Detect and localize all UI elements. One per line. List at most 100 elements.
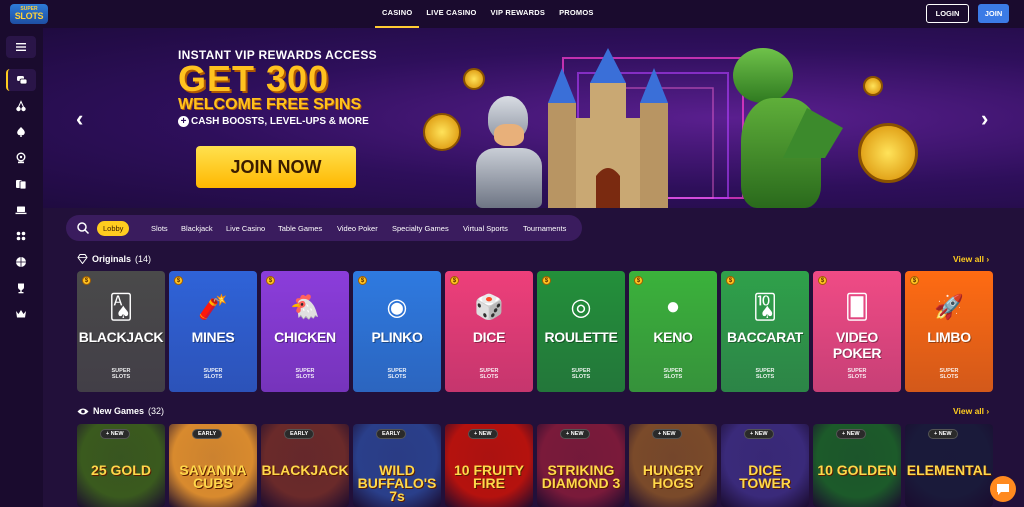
chat-bubbles-icon[interactable] xyxy=(6,69,36,91)
brand-bottom: SLOTS xyxy=(295,374,315,380)
login-button[interactable]: LOGIN xyxy=(926,4,969,23)
hero-next-arrow[interactable]: › xyxy=(981,106,988,132)
game-card[interactable]: $ 🎲 DICE SUPER SLOTS xyxy=(445,271,533,392)
game-card[interactable]: $ 🂪 BACCARAT SUPER SLOTS xyxy=(721,271,809,392)
nav-vip-rewards[interactable]: VIP REWARDS xyxy=(484,0,553,28)
cherry-icon[interactable] xyxy=(6,95,36,117)
basketball-icon[interactable] xyxy=(6,251,36,273)
game-card-brand: SUPER SLOTS xyxy=(77,368,165,380)
super-slots-logo[interactable]: SUPER SLOTS xyxy=(10,4,48,24)
game-badge: + NEW xyxy=(100,429,130,439)
new-game-card[interactable]: EARLY BLACKJACK xyxy=(261,424,349,507)
hero-cash-text: CASH BOOSTS, LEVEL-UPS & MORE xyxy=(191,116,369,127)
new-games-view-all-link[interactable]: View all › xyxy=(953,406,989,416)
game-card[interactable]: $ 🧨 MINES SUPER SLOTS xyxy=(169,271,257,392)
game-art-icon: ◉ xyxy=(386,293,408,321)
plus-icon: + xyxy=(178,116,189,127)
coin-icon: $ xyxy=(82,276,91,285)
game-card-title: LIMBO xyxy=(927,329,971,345)
menu-icon[interactable] xyxy=(6,36,36,58)
dragon-character-icon xyxy=(723,48,843,208)
brand-bottom: SLOTS xyxy=(111,374,131,380)
originals-count: (14) xyxy=(135,254,152,264)
hero-get300: GET 300 xyxy=(178,58,330,99)
game-badge: EARLY xyxy=(192,429,223,439)
game-art-icon: 🐔 xyxy=(290,293,320,321)
game-card[interactable]: $ 🂠 VIDEO POKER SUPER SLOTS xyxy=(813,271,901,392)
gold-coin-icon xyxy=(858,123,918,183)
new-game-card[interactable]: + NEW HUNGRY HOGS xyxy=(629,424,717,507)
brand-bottom: SLOTS xyxy=(387,374,407,380)
nav-promos[interactable]: PROMOS xyxy=(552,0,601,28)
game-card-brand: SUPER SLOTS xyxy=(721,368,809,380)
category-filter-bar: Lobby Slots Blackjack Live Casino Table … xyxy=(66,215,582,241)
nav-casino[interactable]: CASINO xyxy=(375,0,420,28)
crown-icon[interactable] xyxy=(6,303,36,325)
coin-icon: $ xyxy=(726,276,735,285)
new-game-card[interactable]: + NEW DICE TOWER xyxy=(721,424,809,507)
roulette-icon[interactable] xyxy=(6,147,36,169)
search-icon[interactable] xyxy=(76,221,90,235)
nav-live-casino[interactable]: LIVE CASINO xyxy=(419,0,483,28)
game-card[interactable]: $ 🐔 CHICKEN SUPER SLOTS xyxy=(261,271,349,392)
filter-lobby[interactable]: Lobby xyxy=(97,221,130,236)
game-card-brand: SUPER SLOTS xyxy=(169,368,257,380)
game-badge: + NEW xyxy=(744,429,774,439)
game-art-icon: 🂠 xyxy=(844,293,870,321)
game-art-icon: ◎ xyxy=(570,293,592,321)
new-games-heading: New Games (32) xyxy=(77,406,164,416)
brand-bottom: SLOTS xyxy=(203,374,223,380)
dice-icon[interactable] xyxy=(6,225,36,247)
new-game-card[interactable]: + NEW ELEMENTAL xyxy=(905,424,993,507)
game-card-brand: SUPER SLOTS xyxy=(813,368,901,380)
game-card[interactable]: $ ◎ ROULETTE SUPER SLOTS xyxy=(537,271,625,392)
game-card[interactable]: $ ● KENO SUPER SLOTS xyxy=(629,271,717,392)
hero-banner[interactable]: INSTANT VIP REWARDS ACCESS GET 300 WELCO… xyxy=(43,28,1024,208)
diamond-icon xyxy=(77,254,88,264)
coin-icon: $ xyxy=(174,276,183,285)
filter-video-poker[interactable]: Video Poker xyxy=(337,221,378,236)
originals-view-all-link[interactable]: View all › xyxy=(953,254,989,264)
coin-icon: $ xyxy=(358,276,367,285)
game-card[interactable]: $ 🚀 LIMBO SUPER SLOTS xyxy=(905,271,993,392)
knight-character-icon xyxy=(466,96,556,208)
game-badge: EARLY xyxy=(376,429,407,439)
game-card[interactable]: $ ◉ PLINKO SUPER SLOTS xyxy=(353,271,441,392)
trophy-icon[interactable] xyxy=(6,277,36,299)
filter-tournaments[interactable]: Tournaments xyxy=(523,221,566,236)
game-badge: + NEW xyxy=(836,429,866,439)
filter-specialty-games[interactable]: Specialty Games xyxy=(392,221,449,236)
filter-slots[interactable]: Slots xyxy=(151,221,168,236)
hero-promo-text: INSTANT VIP REWARDS ACCESS GET 300 WELCO… xyxy=(178,48,388,127)
hero-prev-arrow[interactable]: ‹ xyxy=(76,106,83,132)
new-game-card[interactable]: + NEW 25 GOLD xyxy=(77,424,165,507)
game-card-brand: SUPER SLOTS xyxy=(261,368,349,380)
game-card-title: KENO xyxy=(653,329,693,345)
new-game-card[interactable]: + NEW STRIKING DIAMOND 3 xyxy=(537,424,625,507)
game-card[interactable]: $ 🂡 BLACKJACK SUPER SLOTS xyxy=(77,271,165,392)
new-game-card[interactable]: + NEW 10 GOLDEN xyxy=(813,424,901,507)
cards-icon[interactable] xyxy=(6,173,36,195)
filter-table-games[interactable]: Table Games xyxy=(278,221,322,236)
filter-blackjack[interactable]: Blackjack xyxy=(181,221,213,236)
join-now-button[interactable]: JOIN NOW xyxy=(196,146,356,188)
coin-icon: $ xyxy=(542,276,551,285)
spade-icon[interactable] xyxy=(6,121,36,143)
game-art-icon: 🚀 xyxy=(934,293,964,321)
game-card-title: VIDEO POKER xyxy=(832,329,882,361)
game-card-brand: SUPER SLOTS xyxy=(445,368,533,380)
laptop-icon[interactable] xyxy=(6,199,36,221)
brand-bottom: SLOTS xyxy=(847,374,867,380)
new-game-card[interactable]: EARLY WILD BUFFALO'S 7s xyxy=(353,424,441,507)
sidebar xyxy=(0,28,43,507)
new-game-card[interactable]: EARLY SAVANNA CUBS xyxy=(169,424,257,507)
filter-live-casino[interactable]: Live Casino xyxy=(226,221,265,236)
game-card-title: MINES xyxy=(191,329,235,345)
new-game-card[interactable]: + NEW 10 FRUITY FIRE xyxy=(445,424,533,507)
game-art-icon: 🧨 xyxy=(198,293,228,321)
game-badge: + NEW xyxy=(652,429,682,439)
filter-virtual-sports[interactable]: Virtual Sports xyxy=(463,221,508,236)
chat-support-button[interactable] xyxy=(990,476,1016,502)
join-button[interactable]: JOIN xyxy=(978,4,1009,23)
new-games-count: (32) xyxy=(148,406,165,416)
